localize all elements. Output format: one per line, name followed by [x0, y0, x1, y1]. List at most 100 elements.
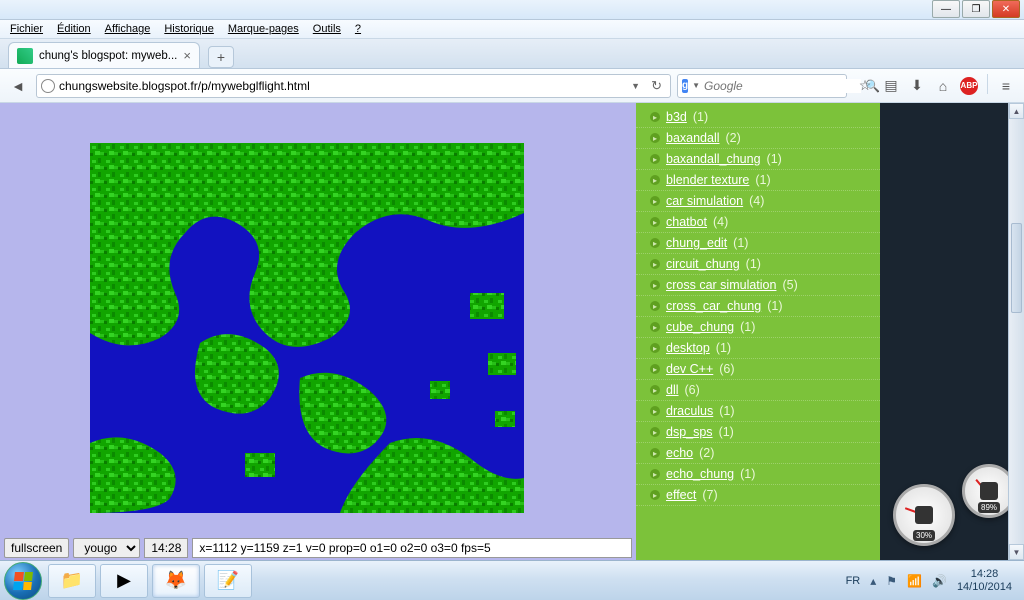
tag-link[interactable]: effect — [666, 488, 696, 502]
tag-item[interactable]: ▸car simulation (4) — [636, 191, 880, 212]
tag-count: (5) — [782, 278, 797, 292]
search-engine-dropdown-icon[interactable]: ▼ — [692, 81, 700, 90]
search-input[interactable] — [704, 79, 861, 93]
tag-item[interactable]: ▸ dev C++ (6) — [636, 359, 880, 380]
tag-item[interactable]: ▸chung_edit (1) — [636, 233, 880, 254]
tag-item[interactable]: ▸chatbot (4) — [636, 212, 880, 233]
terrain-render — [90, 143, 524, 513]
menu-edit[interactable]: Édition — [51, 21, 97, 37]
tray-clock[interactable]: 14:28 14/10/2014 — [957, 568, 1012, 592]
tab-active[interactable]: chung's blogspot: myweb... × — [8, 42, 200, 68]
tag-item[interactable]: ▸baxandall_chung (1) — [636, 149, 880, 170]
tag-item[interactable]: ▸desktop (1) — [636, 338, 880, 359]
tag-item[interactable]: ▸echo (2) — [636, 443, 880, 464]
bullet-icon: ▸ — [650, 364, 660, 374]
tag-count: (2) — [699, 446, 714, 460]
tray-expand-icon[interactable]: ▴ — [870, 574, 876, 588]
tag-link[interactable]: car simulation — [666, 194, 743, 208]
tag-link[interactable]: echo_chung — [666, 467, 734, 481]
scroll-thumb[interactable] — [1011, 223, 1022, 313]
tag-link[interactable]: chatbot — [666, 215, 707, 229]
vertical-scrollbar[interactable]: ▲ ▼ — [1008, 103, 1024, 560]
plane-favicon-icon — [17, 48, 33, 64]
url-bar[interactable]: chungswebsite.blogspot.fr/p/mywebglfligh… — [36, 74, 671, 98]
tag-link[interactable]: dsp_sps — [666, 425, 713, 439]
tag-link[interactable]: cube_chung — [666, 320, 734, 334]
blog-tag-sidebar: ▸b3d (1)▸baxandall (2)▸baxandall_chung (… — [636, 103, 880, 560]
menu-help[interactable]: ? — [349, 21, 367, 37]
tag-item[interactable]: ▸b3d (1) — [636, 107, 880, 128]
taskbar-mediaplayer-icon[interactable]: ▶ — [100, 564, 148, 598]
tray-volume-icon[interactable]: 🔊 — [932, 574, 947, 588]
new-tab-button[interactable]: + — [208, 46, 234, 68]
cpu-ram-gadget[interactable]: 89% 30% — [893, 464, 1018, 554]
tag-count: (1) — [746, 257, 761, 271]
bullet-icon: ▸ — [650, 133, 660, 143]
tray-network-icon[interactable]: 📶 — [907, 574, 922, 588]
tag-link[interactable]: baxandall — [666, 131, 720, 145]
reading-list-icon[interactable]: ▤ — [879, 74, 903, 98]
menu-tools[interactable]: Outils — [307, 21, 347, 37]
tag-link[interactable]: draculus — [666, 404, 713, 418]
tag-link[interactable]: dev C++ — [666, 362, 713, 376]
webgl-canvas[interactable] — [90, 143, 524, 513]
hamburger-menu-icon[interactable]: ≡ — [994, 74, 1018, 98]
bullet-icon: ▸ — [650, 154, 660, 164]
tag-link[interactable]: b3d — [666, 110, 687, 124]
tag-item[interactable]: ▸dll (6) — [636, 380, 880, 401]
menu-history[interactable]: Historique — [158, 21, 220, 37]
tag-link[interactable]: desktop — [666, 341, 710, 355]
downloads-icon[interactable]: ⬇ — [905, 74, 929, 98]
url-dropdown-icon[interactable]: ▼ — [628, 81, 643, 91]
tab-title: chung's blogspot: myweb... — [39, 50, 177, 62]
tray-flag-icon[interactable]: ⚑ — [886, 574, 897, 588]
reload-icon[interactable]: ↻ — [647, 78, 666, 94]
scroll-down-button[interactable]: ▼ — [1009, 544, 1024, 560]
tag-count: (1) — [719, 404, 734, 418]
window-maximize-button[interactable]: ❐ — [962, 0, 990, 18]
tag-link[interactable]: circuit_chung — [666, 257, 740, 271]
tag-link[interactable]: dll — [666, 383, 679, 397]
back-button[interactable]: ◄ — [6, 74, 30, 98]
window-close-button[interactable]: ✕ — [992, 0, 1020, 18]
taskbar-notepadpp-icon[interactable]: 📝 — [204, 564, 252, 598]
bookmark-star-icon[interactable]: ☆ — [853, 74, 877, 98]
taskbar-explorer-icon[interactable]: 📁 — [48, 564, 96, 598]
tag-item[interactable]: ▸circuit_chung (1) — [636, 254, 880, 275]
tray-language[interactable]: FR — [846, 575, 861, 587]
tag-item[interactable]: ▸draculus (1) — [636, 401, 880, 422]
tag-item[interactable]: ▸blender texture (1) — [636, 170, 880, 191]
tag-item[interactable]: ▸echo_chung (1) — [636, 464, 880, 485]
tag-link[interactable]: cross car simulation — [666, 278, 776, 292]
tag-link[interactable]: baxandall_chung — [666, 152, 761, 166]
taskbar-firefox-icon[interactable]: 🦊 — [152, 564, 200, 598]
windows-logo-icon — [13, 572, 33, 590]
tag-item[interactable]: ▸effect (7) — [636, 485, 880, 506]
window-minimize-button[interactable]: — — [932, 0, 960, 18]
tag-link[interactable]: chung_edit — [666, 236, 727, 250]
window-titlebar: — ❐ ✕ — [0, 0, 1024, 20]
menu-view[interactable]: Affichage — [99, 21, 157, 37]
tag-item[interactable]: ▸baxandall (2) — [636, 128, 880, 149]
menu-bookmarks[interactable]: Marque-pages — [222, 21, 305, 37]
start-button[interactable] — [4, 562, 42, 600]
tab-close-icon[interactable]: × — [183, 48, 191, 63]
tag-item[interactable]: ▸cross car simulation (5) — [636, 275, 880, 296]
tag-link[interactable]: cross_car_chung — [666, 299, 761, 313]
windows-taskbar: 📁 ▶ 🦊 📝 FR ▴ ⚑ 📶 🔊 14:28 14/10/2014 — [0, 560, 1024, 600]
adblock-icon[interactable]: ABP — [957, 74, 981, 98]
tag-item[interactable]: ▸dsp_sps (1) — [636, 422, 880, 443]
tag-item[interactable]: ▸cross_car_chung (1) — [636, 296, 880, 317]
mode-select[interactable]: yougo — [73, 538, 140, 558]
tag-link[interactable]: echo — [666, 446, 693, 460]
search-bar[interactable]: g ▼ 🔍 — [677, 74, 847, 98]
home-icon[interactable]: ⌂ — [931, 74, 955, 98]
scroll-up-button[interactable]: ▲ — [1009, 103, 1024, 119]
fullscreen-button[interactable]: fullscreen — [4, 538, 69, 558]
google-engine-icon[interactable]: g — [682, 79, 688, 93]
menu-file[interactable]: Fichier — [4, 21, 49, 37]
tag-link[interactable]: blender texture — [666, 173, 749, 187]
tag-item[interactable]: ▸cube_chung (1) — [636, 317, 880, 338]
bullet-icon: ▸ — [650, 175, 660, 185]
tag-count: (6) — [719, 362, 734, 376]
